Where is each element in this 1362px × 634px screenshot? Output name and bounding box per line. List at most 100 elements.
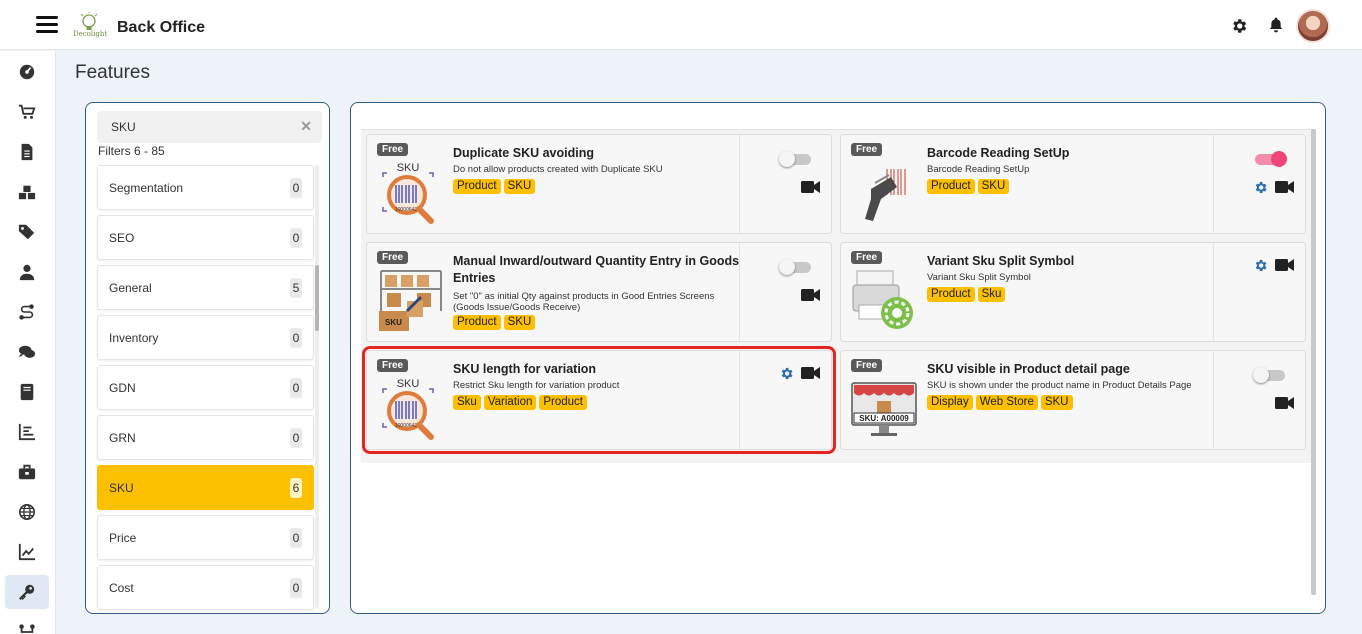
free-badge: Free bbox=[851, 359, 883, 372]
filter-item-sku[interactable]: SKU 6 bbox=[97, 465, 314, 510]
filter-item-label: Cost bbox=[109, 581, 134, 595]
video-icon[interactable] bbox=[801, 181, 820, 193]
filter-item-label: SKU bbox=[109, 481, 134, 495]
settings-icon[interactable] bbox=[779, 366, 794, 381]
filter-item-label: Segmentation bbox=[109, 181, 184, 195]
feature-description: Restrict Sku length for variation produc… bbox=[453, 380, 620, 391]
sidebar-item-routes[interactable] bbox=[5, 295, 49, 329]
svg-text:SKU: SKU bbox=[397, 378, 420, 390]
feature-tags: Product Sku bbox=[927, 287, 1006, 302]
filter-item-label: Inventory bbox=[109, 331, 159, 345]
sidebar-item-dashboard[interactable] bbox=[5, 55, 49, 89]
filter-item-seo[interactable]: SEO 0 bbox=[97, 215, 314, 260]
filter-panel: SKU ✕ Filters 6 - 85 Segmentation 0 SEO 0 … bbox=[85, 102, 330, 614]
svg-text:SKU: SKU bbox=[397, 162, 420, 174]
feature-title: Duplicate SKU avoiding bbox=[453, 146, 594, 160]
settings-icon[interactable] bbox=[1253, 180, 1268, 195]
free-badge: Free bbox=[377, 359, 409, 372]
route-icon bbox=[19, 304, 34, 320]
filter-item-gdn[interactable]: GDN 0 bbox=[97, 365, 314, 410]
flow-icon bbox=[19, 624, 35, 633]
feature-title: Variant Sku Split Symbol bbox=[927, 254, 1075, 268]
filter-item-label: GRN bbox=[109, 431, 136, 445]
feature-tag: Product bbox=[453, 315, 501, 330]
sidebar-item-books[interactable] bbox=[5, 375, 49, 409]
feature-card-variant-sku-split[interactable]: Free Variant Sku Split Symbol Variant Sk… bbox=[840, 242, 1306, 342]
filter-item-grn[interactable]: GRN 0 bbox=[97, 415, 314, 460]
video-icon[interactable] bbox=[1275, 259, 1294, 271]
feature-card-sku-visible-product-detail[interactable]: Free SKU: A00009 SKU visible in Product … bbox=[840, 350, 1306, 450]
clear-icon[interactable]: ✕ bbox=[300, 118, 312, 135]
feature-card-barcode-reading[interactable]: Free Barcode Reading SetUp Barcode Readi… bbox=[840, 134, 1306, 234]
sidebar-item-cart[interactable] bbox=[5, 95, 49, 129]
store-monitor-icon: SKU: A00009 bbox=[851, 382, 917, 436]
settings-icon[interactable] bbox=[1253, 258, 1268, 273]
sidebar-item-features[interactable] bbox=[5, 575, 49, 609]
feature-tags: Sku Variation Product bbox=[453, 395, 588, 410]
filter-item-count: 0 bbox=[290, 528, 302, 548]
video-icon[interactable] bbox=[1275, 397, 1294, 409]
feature-tag: SKU bbox=[977, 179, 1010, 194]
barcode-scanner-icon bbox=[865, 169, 906, 221]
tags-icon bbox=[18, 224, 35, 240]
feature-toggle[interactable] bbox=[779, 151, 813, 167]
feature-description: Variant Sku Split Symbol bbox=[927, 272, 1031, 283]
video-icon[interactable] bbox=[801, 367, 820, 379]
notifications-icon[interactable] bbox=[1268, 16, 1284, 34]
sidebar-item-chat[interactable] bbox=[5, 335, 49, 369]
dashboard-icon bbox=[19, 64, 35, 80]
free-badge: Free bbox=[377, 251, 409, 264]
filter-item-segmentation[interactable]: Segmentation 0 bbox=[97, 165, 314, 210]
filter-item-label: General bbox=[109, 281, 152, 295]
feature-description: SKU is shown under the product name in P… bbox=[927, 380, 1192, 391]
sidebar-item-flow[interactable] bbox=[5, 615, 49, 634]
user-avatar[interactable] bbox=[1296, 9, 1330, 43]
feature-card-manual-inward-outward[interactable]: Free SKU Manual Inward/outward Quantity … bbox=[366, 242, 832, 342]
sidebar-item-inventory[interactable] bbox=[5, 175, 49, 209]
sidebar-item-tags[interactable] bbox=[5, 215, 49, 249]
feature-card-sku-length-variation[interactable]: Free SKU 10000643 SKU length for variati… bbox=[362, 346, 836, 454]
feature-card-duplicate-sku[interactable]: Free SKU 10000643 Duplicate SKU avoiding… bbox=[366, 134, 832, 234]
top-bar: Decolight Back Office bbox=[0, 0, 1362, 50]
sidebar-item-business[interactable] bbox=[5, 455, 49, 489]
filter-item-general[interactable]: General 5 bbox=[97, 265, 314, 310]
svg-text:SKU: SKU bbox=[385, 318, 402, 327]
svg-text:10000643: 10000643 bbox=[395, 207, 417, 213]
filter-scrollbar[interactable] bbox=[315, 165, 319, 608]
feature-tag: Product bbox=[927, 179, 975, 194]
briefcase-icon bbox=[18, 464, 36, 480]
video-icon[interactable] bbox=[1275, 181, 1294, 193]
settings-icon[interactable] bbox=[1230, 17, 1248, 35]
feature-toggle[interactable] bbox=[779, 259, 813, 275]
filter-item-label: SEO bbox=[109, 231, 135, 245]
sku-magnifier-icon: SKU 10000643 bbox=[382, 378, 434, 440]
video-icon[interactable] bbox=[801, 289, 820, 301]
filter-item-inventory[interactable]: Inventory 0 bbox=[97, 315, 314, 360]
filter-search-input[interactable]: SKU ✕ bbox=[97, 111, 322, 143]
filter-item-count: 0 bbox=[290, 378, 302, 398]
feature-tag: Sku bbox=[453, 395, 481, 410]
sidebar-item-documents[interactable] bbox=[5, 135, 49, 169]
feature-toggle[interactable] bbox=[1253, 151, 1287, 167]
features-scrollbar[interactable] bbox=[1311, 129, 1316, 595]
globe-icon bbox=[18, 503, 36, 521]
sidebar-item-reports[interactable] bbox=[5, 415, 49, 449]
sidebar-item-web[interactable] bbox=[5, 495, 49, 529]
feature-tag: Web Store bbox=[975, 395, 1038, 410]
feature-toggle[interactable] bbox=[1253, 367, 1287, 383]
filter-search-value: SKU bbox=[111, 120, 136, 134]
sidebar-item-analytics[interactable] bbox=[5, 535, 49, 569]
feature-tags: Display Web Store SKU bbox=[927, 395, 1073, 410]
sidebar-item-users[interactable] bbox=[5, 255, 49, 289]
filter-item-price[interactable]: Price 0 bbox=[97, 515, 314, 560]
feature-tag: Product bbox=[453, 179, 501, 194]
feature-tag: Product bbox=[539, 395, 588, 410]
document-icon bbox=[21, 143, 33, 161]
menu-icon[interactable] bbox=[36, 16, 58, 34]
line-chart-icon bbox=[18, 543, 36, 561]
filter-item-count: 0 bbox=[290, 578, 302, 598]
filter-item-count: 0 bbox=[290, 178, 302, 198]
feature-title: SKU length for variation bbox=[453, 362, 597, 376]
filter-item-cost[interactable]: Cost 0 bbox=[97, 565, 314, 610]
printer-gear-icon bbox=[852, 270, 913, 329]
